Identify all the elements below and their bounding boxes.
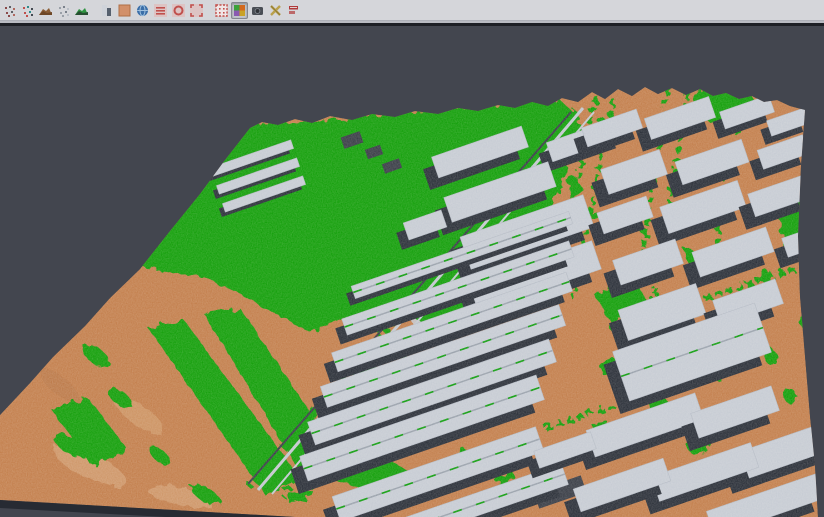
toolbar-button-classification-colors-icon[interactable] bbox=[231, 2, 248, 19]
toolbar-button-points-red-icon[interactable] bbox=[1, 2, 18, 19]
toolbar-button-extent-icon[interactable] bbox=[188, 2, 205, 19]
toolbar-button-camera-icon[interactable] bbox=[249, 2, 266, 19]
toolbar-separator bbox=[91, 2, 97, 19]
camera-icon bbox=[251, 4, 264, 17]
viewport-3d[interactable] bbox=[0, 26, 824, 517]
globe-icon bbox=[136, 4, 149, 17]
pointcloud-grain bbox=[0, 26, 824, 517]
grid-icon bbox=[215, 4, 228, 17]
classification-colors-icon bbox=[233, 4, 246, 17]
target-icon bbox=[172, 4, 185, 17]
toolbar-button-globe-icon[interactable] bbox=[134, 2, 151, 19]
ortho-image-icon bbox=[118, 4, 131, 17]
surface-model-icon bbox=[75, 4, 88, 17]
toolbar-button-flag-icon[interactable] bbox=[285, 2, 302, 19]
toolbar-button-points-gray-icon[interactable] bbox=[55, 2, 72, 19]
scene-svg[interactable] bbox=[0, 26, 824, 517]
toolbar-button-points-classified-icon[interactable] bbox=[19, 2, 36, 19]
toolbar-button-measure-icon[interactable] bbox=[267, 2, 284, 19]
toolbar-button-profile-view-icon[interactable] bbox=[98, 2, 115, 19]
flag-icon bbox=[287, 4, 300, 17]
profile-view-icon bbox=[100, 4, 113, 17]
toolbar-button-legend-icon[interactable] bbox=[152, 2, 169, 19]
toolbar-separator bbox=[206, 2, 212, 19]
measure-icon bbox=[269, 4, 282, 17]
points-classified-icon bbox=[21, 4, 34, 17]
terrain-surface bbox=[0, 26, 824, 517]
toolbar-button-grid-icon[interactable] bbox=[213, 2, 230, 19]
bare-earth-icon bbox=[39, 4, 52, 17]
toolbar-button-surface-model-icon[interactable] bbox=[73, 2, 90, 19]
toolbar-button-target-icon[interactable] bbox=[170, 2, 187, 19]
points-gray-icon bbox=[57, 4, 70, 17]
toolbar-button-ortho-image-icon[interactable] bbox=[116, 2, 133, 19]
terrain-model bbox=[0, 26, 824, 517]
legend-icon bbox=[154, 4, 167, 17]
extent-icon bbox=[190, 4, 203, 17]
toolbar-button-bare-earth-icon[interactable] bbox=[37, 2, 54, 19]
toolbar bbox=[0, 0, 824, 21]
points-red-icon bbox=[3, 4, 16, 17]
